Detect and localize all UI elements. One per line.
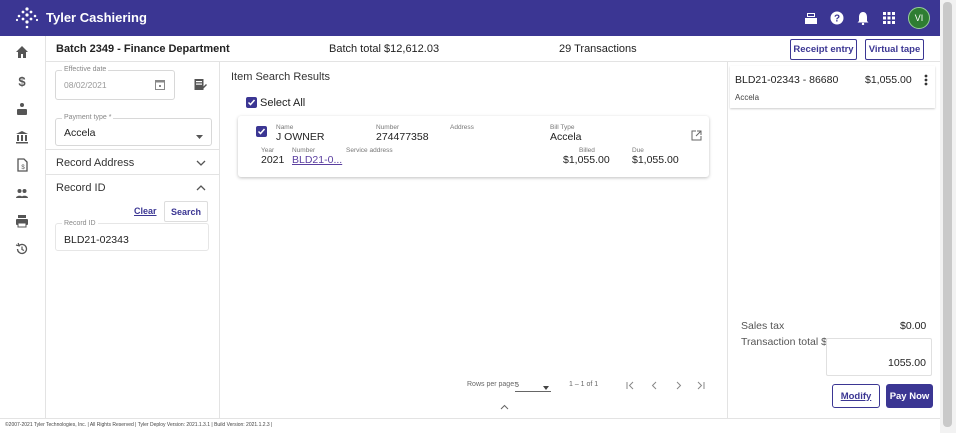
chevron-down-icon[interactable] xyxy=(196,158,206,168)
address-label: Address xyxy=(450,124,474,131)
dropdown-arrow-icon xyxy=(196,130,203,142)
record-address-section[interactable]: Record Address xyxy=(46,149,220,175)
record-address-label: Record Address xyxy=(56,157,135,169)
notification-bell-icon[interactable] xyxy=(856,11,870,25)
record-id-field[interactable]: Record ID BLD21-02343 xyxy=(55,220,209,251)
print-icon[interactable] xyxy=(13,212,31,230)
dropdown-arrow-icon xyxy=(543,385,549,392)
year-label: Year xyxy=(261,147,275,154)
footer-copyright: ©2007-2021 Tyler Technologies, Inc. | Al… xyxy=(5,422,273,428)
search-panel: Effective date 08/02/2021 Payment type *… xyxy=(46,62,220,418)
help-icon[interactable]: ? xyxy=(830,11,844,25)
sales-tax-value: $0.00 xyxy=(900,320,927,332)
transaction-total-value: 1055.00 xyxy=(888,357,926,369)
results-title: Item Search Results xyxy=(231,71,331,83)
more-options-icon[interactable] xyxy=(924,74,928,89)
cash-register-icon[interactable] xyxy=(804,11,818,25)
billed-value: $1,055.00 xyxy=(563,154,610,166)
dollar-icon[interactable]: $ xyxy=(13,72,31,90)
batch-total: Batch total $12,612.03 xyxy=(329,43,440,55)
item-checkbox[interactable] xyxy=(256,126,267,137)
sales-tax-label: Sales tax xyxy=(741,320,785,332)
service-address-label: Service address xyxy=(346,147,393,154)
select-all-label: Select All xyxy=(260,97,306,109)
effective-date-value: 08/02/2021 xyxy=(64,80,107,90)
transaction-item-subtitle: Accela xyxy=(735,93,760,102)
app-title: Tyler Cashiering xyxy=(46,10,147,25)
search-button[interactable]: Search xyxy=(164,201,208,222)
user-avatar[interactable]: VI xyxy=(908,7,930,29)
effective-date-field[interactable]: Effective date 08/02/2021 xyxy=(55,66,175,100)
pay-now-button[interactable]: Pay Now xyxy=(886,384,933,408)
chevron-up-icon[interactable] xyxy=(500,401,509,413)
receipt-entry-button[interactable]: Receipt entry xyxy=(790,39,857,60)
effective-date-label: Effective date xyxy=(62,66,109,73)
rows-per-page-select[interactable]: 5 xyxy=(515,382,551,392)
svg-text:?: ? xyxy=(834,14,840,25)
virtual-tape-button[interactable]: Virtual tape xyxy=(865,39,924,60)
users-icon[interactable] xyxy=(13,184,31,202)
left-navigation: $ $ xyxy=(0,36,46,418)
select-all-checkbox[interactable] xyxy=(246,97,257,108)
transaction-total-field[interactable]: 1055.00 xyxy=(826,338,932,376)
modify-button[interactable]: Modify xyxy=(832,384,880,408)
footer: ©2007-2021 Tyler Technologies, Inc. | Al… xyxy=(0,418,940,433)
record-id-section[interactable]: Record ID xyxy=(46,175,220,201)
apps-grid-icon[interactable] xyxy=(882,11,896,25)
year-value: 2021 xyxy=(261,154,285,166)
transaction-panel: BLD21-02343 - 86680 $1,055.00 Accela Sal… xyxy=(727,62,940,418)
calendar-icon[interactable] xyxy=(155,79,165,93)
bill-type-value: Accela xyxy=(550,131,582,143)
first-page-icon[interactable] xyxy=(626,381,635,393)
transaction-item-amount: $1,055.00 xyxy=(865,74,912,86)
rows-per-page-label: Rows per page: xyxy=(467,381,517,388)
transaction-count: 29 Transactions xyxy=(559,43,637,55)
payment-type-value: Accela xyxy=(64,127,96,139)
result-item-card[interactable]: Name J OWNER Number 274477358 Address Bi… xyxy=(238,116,709,177)
transaction-item-card[interactable]: BLD21-02343 - 86680 $1,055.00 Accela xyxy=(730,66,935,108)
payment-type-select[interactable]: Payment type * Accela xyxy=(55,114,212,146)
bill-type-label: Bill Type xyxy=(550,124,575,131)
batch-header: Batch 2349 - Finance Department Batch to… xyxy=(46,36,940,62)
scrollbar-thumb[interactable] xyxy=(943,2,952,427)
bank-icon[interactable] xyxy=(13,128,31,146)
number-value: 274477358 xyxy=(376,131,429,143)
pagination-range: 1 – 1 of 1 xyxy=(569,381,599,388)
batch-name: Batch 2349 - Finance Department xyxy=(56,43,230,55)
last-page-icon[interactable] xyxy=(696,381,705,393)
history-icon[interactable] xyxy=(13,240,31,258)
svg-text:$: $ xyxy=(18,74,26,88)
transaction-total-label: Transaction total $ xyxy=(741,336,827,348)
clear-link[interactable]: Clear xyxy=(134,206,157,216)
svg-text:$: $ xyxy=(21,165,25,171)
document-icon[interactable]: $ xyxy=(13,156,31,174)
name-label: Name xyxy=(276,124,294,131)
record-id-field-label: Record ID xyxy=(62,220,98,227)
due-value: $1,055.00 xyxy=(632,154,679,166)
name-value: J OWNER xyxy=(276,131,325,143)
top-app-bar: Tyler Cashiering ? VI xyxy=(0,0,940,36)
page-scrollbar[interactable] xyxy=(940,0,956,433)
record-number-label: Number xyxy=(292,147,316,154)
edit-note-icon[interactable] xyxy=(194,78,207,94)
chevron-up-icon[interactable] xyxy=(196,183,206,193)
item-search-results: Item Search Results Select All Name J OW… xyxy=(220,62,727,418)
record-id-field-value: BLD21-02343 xyxy=(64,234,129,246)
billed-label: Billed xyxy=(579,147,595,154)
tyler-logo-icon[interactable] xyxy=(14,6,40,30)
due-label: Due xyxy=(632,147,644,154)
home-icon[interactable] xyxy=(13,43,31,61)
record-id-label: Record ID xyxy=(56,182,106,194)
open-external-icon[interactable] xyxy=(691,130,702,144)
transaction-item-title: BLD21-02343 - 86680 xyxy=(735,74,839,86)
payment-type-label: Payment type * xyxy=(62,114,114,121)
payment-icon[interactable] xyxy=(13,100,31,118)
record-number-link[interactable]: BLD21-0... xyxy=(292,154,342,166)
previous-page-icon[interactable] xyxy=(650,381,659,393)
next-page-icon[interactable] xyxy=(674,381,683,393)
rows-per-page-value: 5 xyxy=(515,382,519,389)
number-label: Number xyxy=(376,124,400,131)
